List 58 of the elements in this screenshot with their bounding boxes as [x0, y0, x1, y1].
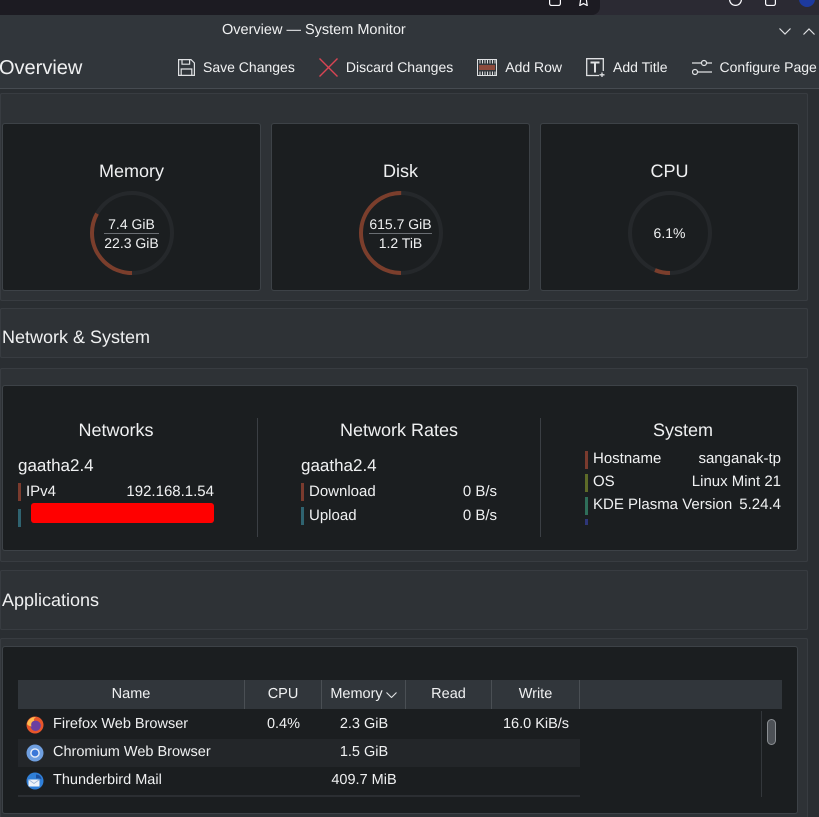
interface-name: gaatha2.4 — [18, 456, 94, 476]
section-title: Network & System — [2, 326, 150, 349]
column-header[interactable]: Read — [406, 680, 492, 709]
text-frame-icon — [586, 58, 606, 77]
gauge-total-value: 1.2 TiB — [378, 234, 424, 252]
card-title: Disk — [383, 160, 418, 183]
sliders-icon — [692, 59, 712, 76]
info-value: sanganak-tp — [698, 449, 781, 470]
panel-title: Network Rates — [338, 419, 460, 442]
chevron-up-icon[interactable] — [803, 28, 815, 34]
table-cell-text: 409.7 MiB — [331, 771, 397, 790]
gauge-total-value: 22.3 GiB — [104, 234, 159, 252]
close-icon — [318, 58, 338, 77]
page-title: Overview — [0, 56, 84, 80]
info-value: 5.24.4 — [739, 495, 781, 516]
toolbar-button[interactable]: Add Row — [473, 52, 566, 82]
table-cell-text: 0.4% — [266, 715, 300, 734]
toolbar-button[interactable]: Discard Changes — [314, 52, 458, 82]
info-value: 0 B/s — [462, 482, 497, 502]
flame-globe-icon — [26, 716, 44, 734]
table-row-icon — [477, 59, 498, 76]
gauge-used-value: 615.7 GiB — [369, 214, 432, 232]
toolbar-button[interactable]: Add Title — [582, 52, 672, 82]
info-label: Download — [309, 482, 376, 502]
gauge-used-value: 7.4 GiB — [107, 214, 156, 232]
chevron-down-icon[interactable] — [779, 28, 791, 34]
table-cell-text: Chromium Web Browser — [53, 743, 211, 762]
info-label: IPv4 — [26, 482, 56, 502]
info-label: KDE Plasma Version — [593, 495, 732, 516]
ring-icon — [26, 744, 44, 762]
panel-title: System — [652, 419, 714, 442]
table-cell-text: Firefox Web Browser — [53, 715, 188, 734]
interface-name: gaatha2.4 — [301, 456, 377, 476]
panel-title: Networks — [77, 419, 154, 442]
section-title: Applications — [2, 588, 100, 612]
table-cell-text: 16.0 KiB/s — [502, 715, 570, 734]
table-cell-text: 2.3 GiB — [340, 715, 388, 734]
info-label: Upload — [309, 506, 357, 526]
info-value: 0 B/s — [462, 506, 497, 526]
column-header[interactable]: Memory — [322, 680, 406, 709]
table-cell-text: 1.5 GiB — [340, 743, 388, 762]
column-header[interactable]: CPU — [245, 680, 322, 709]
page-icon[interactable] — [549, 0, 561, 6]
scrollbar-thumb[interactable] — [767, 719, 776, 745]
bird-envelope-icon — [26, 772, 44, 790]
toolbar-button[interactable]: Configure Page — [688, 52, 819, 82]
window-title: Overview — System Monitor — [222, 21, 406, 40]
toolbar-button[interactable]: Save Changes — [174, 52, 299, 82]
info-label: Hostname — [593, 449, 662, 470]
info-label: OS — [593, 472, 615, 492]
card-title: CPU — [650, 160, 688, 183]
table-cell-text: Thunderbird Mail — [53, 771, 162, 790]
info-value: 192.168.1.54 — [126, 482, 214, 502]
info-value: Linux Mint 21 — [692, 472, 781, 492]
card-title: Memory — [98, 160, 164, 183]
column-header[interactable]: Write — [492, 680, 580, 709]
column-header[interactable]: Name — [18, 680, 245, 709]
gauge-value: 6.1% — [654, 224, 686, 242]
